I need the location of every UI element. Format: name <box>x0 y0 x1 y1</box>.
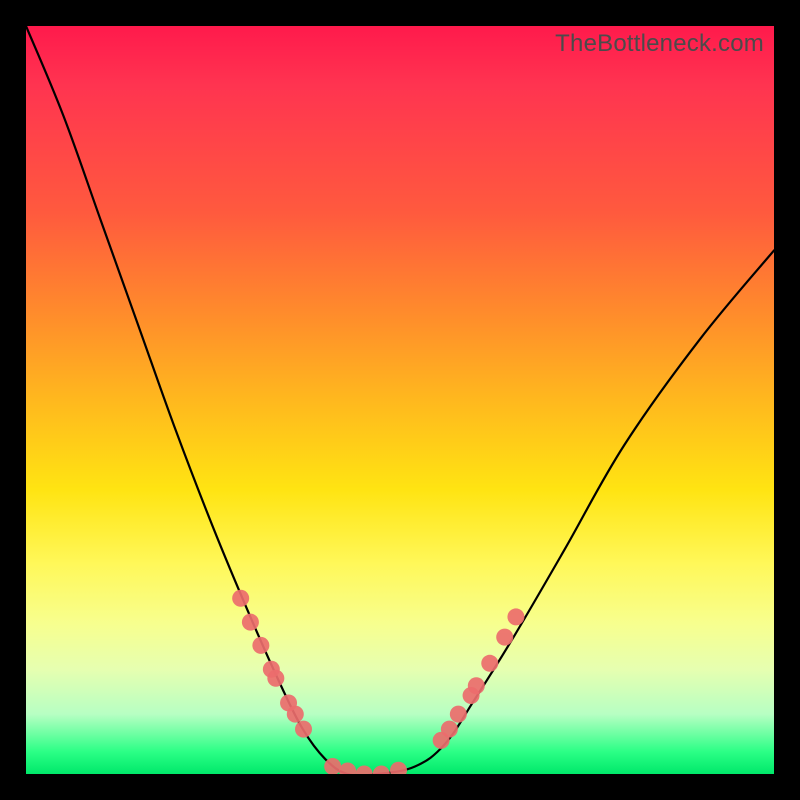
plot-area: TheBottleneck.com <box>26 26 774 774</box>
curve-marker <box>496 629 513 646</box>
curve-marker <box>232 590 249 607</box>
curve-layer <box>26 26 774 774</box>
curve-marker <box>450 706 467 723</box>
curve-markers <box>232 590 524 774</box>
curve-marker <box>242 614 259 631</box>
curve-marker <box>507 608 524 625</box>
curve-marker <box>468 677 485 694</box>
curve-marker <box>481 655 498 672</box>
curve-marker <box>373 766 390 775</box>
curve-marker <box>252 637 269 654</box>
curve-marker <box>390 762 407 774</box>
chart-frame: TheBottleneck.com <box>0 0 800 800</box>
curve-marker <box>339 763 356 774</box>
curve-marker <box>287 706 304 723</box>
curve-marker <box>441 721 458 738</box>
curve-marker <box>356 766 373 775</box>
bottleneck-curve <box>26 26 774 774</box>
curve-marker <box>267 670 284 687</box>
curve-marker <box>295 721 312 738</box>
